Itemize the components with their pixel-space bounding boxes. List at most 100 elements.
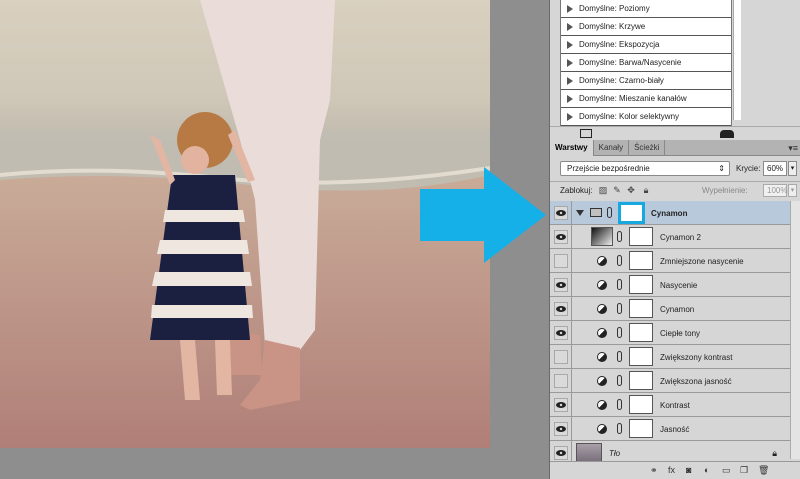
layer-row[interactable]: Zwiększona jasność: [550, 369, 800, 393]
visibility-toggle[interactable]: [554, 278, 568, 292]
visibility-toggle[interactable]: [554, 446, 568, 460]
mask-thumbnail[interactable]: [629, 371, 653, 390]
mask-thumbnail[interactable]: [629, 395, 653, 414]
layer-row[interactable]: Ciepłe tony: [550, 321, 800, 345]
lock-pixels-icon[interactable]: ✎: [612, 185, 622, 195]
link-icon[interactable]: [617, 231, 622, 242]
expand-triangle-icon[interactable]: [567, 22, 573, 31]
preset-label: Domyślne: Kolor selektywny: [579, 112, 680, 121]
presets-scrollbar[interactable]: [733, 0, 741, 120]
layer-row[interactable]: Cynamon: [550, 297, 800, 321]
lock-icon: 🔒︎: [772, 448, 777, 458]
eye-icon: [556, 234, 566, 240]
visibility-toggle[interactable]: [554, 206, 568, 220]
expand-triangle-icon[interactable]: [567, 4, 573, 13]
blend-row: Przejście bezpośrednie ⇕ Krycie: 60% ▾: [550, 159, 800, 179]
link-icon[interactable]: [617, 351, 622, 362]
layer-row[interactable]: Zwiększony kontrast: [550, 345, 800, 369]
mask-thumbnail[interactable]: [629, 299, 653, 318]
layers-scrollbar[interactable]: [790, 201, 800, 459]
preset-item[interactable]: Domyślne: Kolor selektywny: [561, 108, 731, 126]
preset-item[interactable]: Domyślne: Poziomy: [561, 0, 731, 18]
tab-channels[interactable]: Kanały: [594, 140, 630, 156]
mask-thumbnail[interactable]: [629, 323, 653, 342]
lock-all-icon[interactable]: 🔒︎: [641, 185, 651, 195]
layer-name: Ciepłe tony: [660, 329, 701, 338]
mask-thumbnail[interactable]: [629, 275, 653, 294]
visibility-toggle[interactable]: [554, 254, 568, 268]
preset-label: Domyślne: Krzywe: [579, 22, 646, 31]
expand-triangle-icon[interactable]: [567, 76, 573, 85]
new-group-icon[interactable]: ▭: [722, 465, 731, 476]
visibility-toggle[interactable]: [554, 398, 568, 412]
link-icon[interactable]: [617, 303, 622, 314]
opacity-input[interactable]: 60%: [763, 161, 787, 176]
panel-menu-icon[interactable]: ▾≡: [788, 143, 798, 154]
link-icon[interactable]: [617, 327, 622, 338]
layer-group-row[interactable]: Cynamon: [550, 201, 800, 225]
return-icon[interactable]: [580, 129, 592, 138]
link-icon[interactable]: [617, 255, 622, 266]
layer-row[interactable]: Zmniejszone nasycenie: [550, 249, 800, 273]
expand-triangle-icon[interactable]: [567, 58, 573, 67]
preset-item[interactable]: Domyślne: Barwa/Nasycenie: [561, 54, 731, 72]
group-mask-thumbnail[interactable]: [618, 202, 645, 224]
link-icon[interactable]: [617, 423, 622, 434]
fx-icon[interactable]: fx: [668, 465, 675, 475]
visibility-toggle[interactable]: [554, 422, 568, 436]
expand-triangle-icon[interactable]: [567, 40, 573, 49]
visibility-toggle[interactable]: [554, 374, 568, 388]
adjustments-footer: [550, 126, 800, 140]
expand-triangle-icon[interactable]: [567, 112, 573, 121]
layer-name: Cynamon: [651, 209, 688, 218]
preset-item[interactable]: Domyślne: Czarno-biały: [561, 72, 731, 90]
new-layer-icon[interactable]: ❐: [740, 465, 748, 476]
clip-icon[interactable]: [720, 130, 734, 138]
link-icon[interactable]: [617, 279, 622, 290]
new-adjustment-icon[interactable]: ◐: [704, 465, 709, 475]
link-icon[interactable]: [607, 207, 612, 218]
mask-thumbnail[interactable]: [629, 227, 653, 246]
visibility-toggle[interactable]: [554, 230, 568, 244]
opacity-dropdown-button[interactable]: ▾: [788, 161, 797, 176]
layer-row[interactable]: Nasycenie: [550, 273, 800, 297]
divider: [571, 393, 572, 416]
link-layers-icon[interactable]: ⚭: [650, 465, 658, 476]
divider: [571, 321, 572, 344]
divider: [571, 201, 572, 224]
link-icon[interactable]: [617, 375, 622, 386]
fill-dropdown-button[interactable]: ▾: [788, 184, 797, 197]
preset-item[interactable]: Domyślne: Ekspozycja: [561, 36, 731, 54]
adjustment-layer-icon: [597, 304, 607, 314]
link-icon[interactable]: [617, 399, 622, 410]
layer-row[interactable]: Jasność: [550, 417, 800, 441]
expand-triangle-icon[interactable]: [567, 94, 573, 103]
lock-position-icon[interactable]: ✥: [626, 185, 636, 195]
beach-photo: [0, 0, 490, 448]
mask-thumbnail[interactable]: [629, 251, 653, 270]
tab-paths[interactable]: Ścieżki: [629, 140, 666, 156]
gradient-map-icon: [591, 227, 613, 246]
layer-name: Nasycenie: [660, 281, 698, 290]
visibility-toggle[interactable]: [554, 326, 568, 340]
preset-item[interactable]: Domyślne: Mieszanie kanałów: [561, 90, 731, 108]
preset-item[interactable]: Domyślne: Krzywe: [561, 18, 731, 36]
divider: [571, 345, 572, 368]
divider: [571, 297, 572, 320]
layer-row[interactable]: Cynamon 2: [550, 225, 800, 249]
trash-icon[interactable]: 🗑︎: [758, 465, 769, 476]
divider: [571, 249, 572, 272]
group-expand-icon[interactable]: [576, 210, 584, 216]
mask-thumbnail[interactable]: [629, 419, 653, 438]
mask-thumbnail[interactable]: [629, 347, 653, 366]
layer-name: Zmniejszone nasycenie: [660, 257, 744, 266]
layer-row[interactable]: Kontrast: [550, 393, 800, 417]
visibility-toggle[interactable]: [554, 302, 568, 316]
add-mask-icon[interactable]: ◙: [686, 465, 691, 475]
visibility-toggle[interactable]: [554, 350, 568, 364]
tab-layers[interactable]: Warstwy: [550, 140, 594, 156]
blend-mode-select[interactable]: Przejście bezpośrednie ⇕: [560, 161, 730, 176]
eye-icon: [556, 210, 566, 216]
fill-input[interactable]: 100%: [763, 184, 787, 197]
lock-transparency-icon[interactable]: ▨: [598, 185, 608, 195]
